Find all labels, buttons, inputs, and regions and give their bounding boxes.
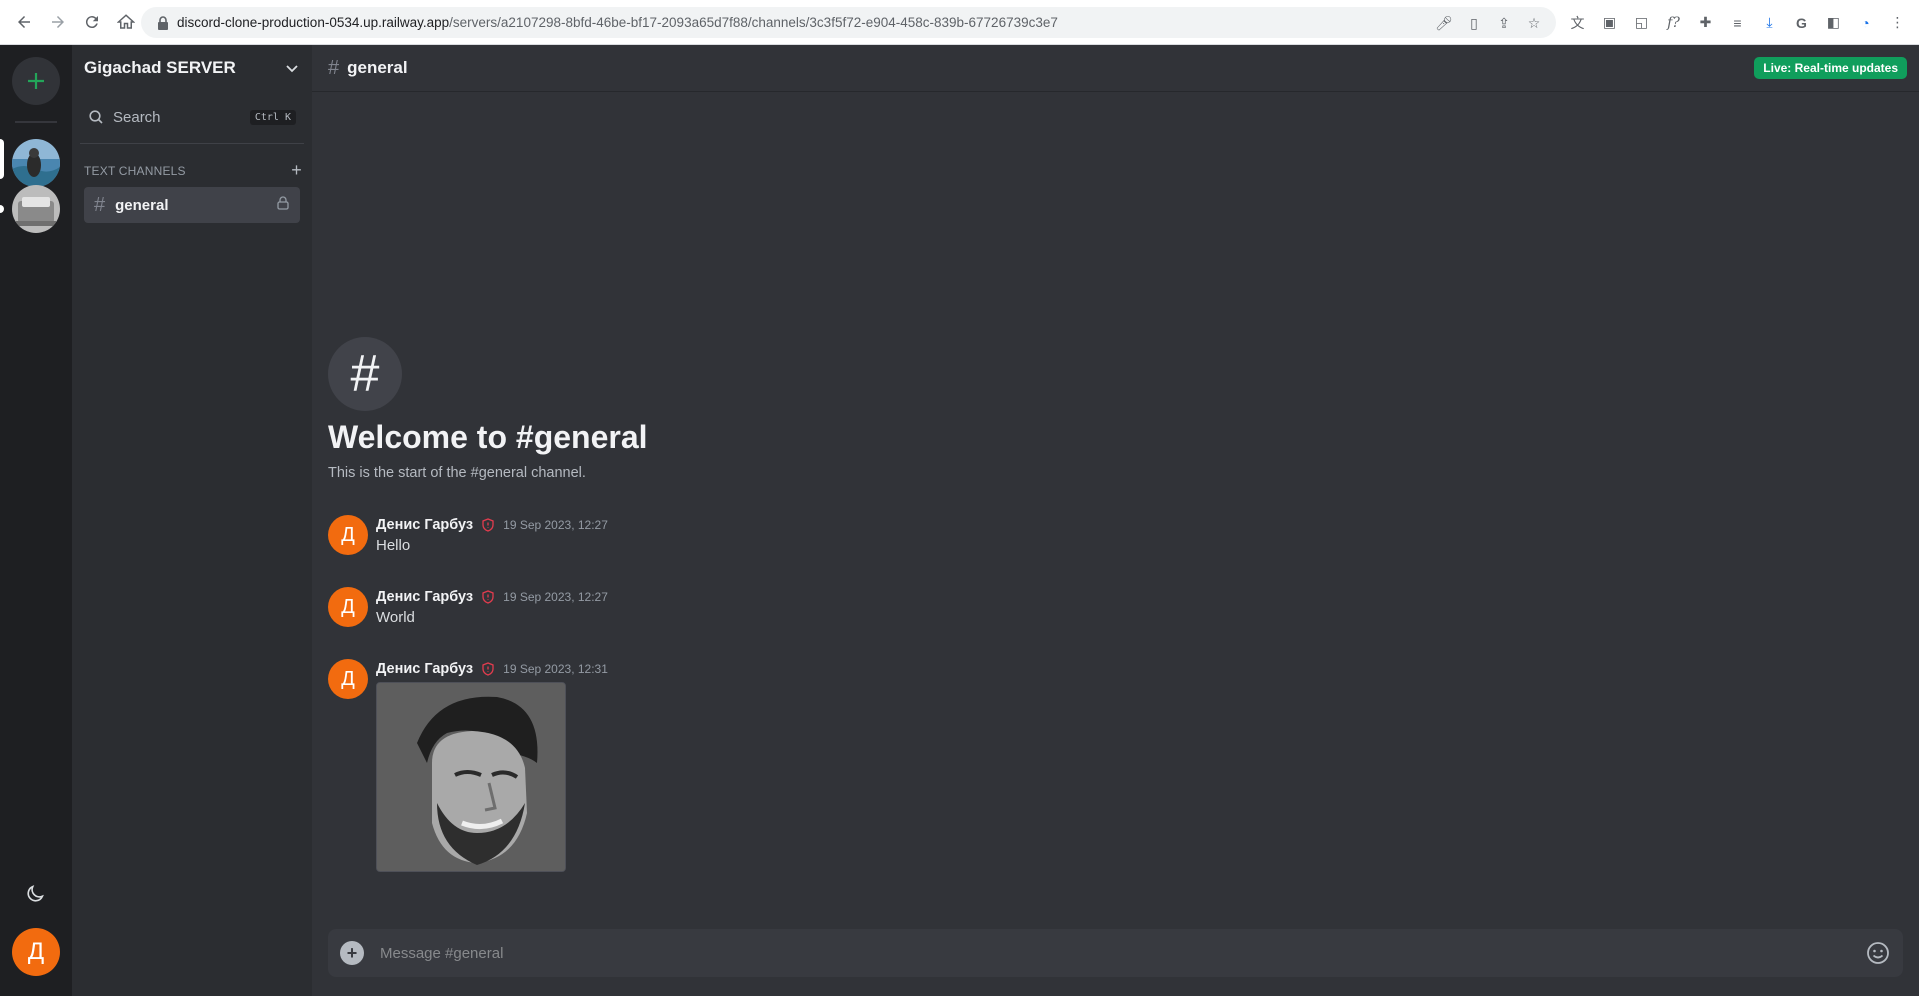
chevron-down-icon [286, 65, 298, 73]
search-button[interactable]: Search Ctrl K [80, 101, 304, 133]
message-author[interactable]: Денис Гарбуз [376, 661, 473, 677]
media-icon[interactable]: ≡ [1726, 11, 1749, 34]
server-rail: Д [0, 45, 72, 996]
address-bar-actions: 🎤︎ ▯ ⇪ ☆ [1434, 13, 1544, 33]
bookmark-star-icon[interactable]: ☆ [1524, 13, 1544, 33]
message-author[interactable]: Денис Гарбуз [376, 589, 473, 605]
hash-icon: # [328, 337, 402, 411]
category-text-channels: TEXT CHANNELS + [72, 160, 312, 181]
message-text: World [376, 609, 415, 626]
message-text: Hello [376, 537, 411, 554]
reload-icon[interactable] [76, 6, 108, 38]
message: Д Денис Гарбуз 19 Sep 2023, 12:31 [328, 659, 608, 872]
browser-toolbar: discord-clone-production-0534.up.railway… [0, 0, 1919, 45]
live-status-badge: Live: Real-time updates [1754, 57, 1907, 79]
add-channel-icon[interactable]: + [291, 160, 302, 181]
welcome-subtitle: This is the start of the #general channe… [328, 465, 586, 481]
forward-icon[interactable] [42, 6, 74, 38]
server-icon-gigachad[interactable] [12, 139, 60, 187]
google-icon[interactable]: G [1790, 11, 1813, 34]
share-icon[interactable]: ⇪ [1494, 13, 1514, 33]
formula-icon[interactable]: f? [1662, 11, 1685, 34]
channel-name: general [115, 196, 169, 214]
plus-icon [28, 73, 44, 89]
server-header[interactable]: Gigachad SERVER [72, 45, 312, 91]
message-image-attachment[interactable] [376, 682, 566, 872]
rail-separator [15, 121, 57, 123]
url-path: /servers/a2107298-8bfd-46be-bf17-2093a65… [449, 15, 1058, 30]
server-name: Gigachad SERVER [84, 58, 236, 77]
lock-icon [149, 15, 177, 30]
translate-icon[interactable]: 文 [1566, 11, 1589, 34]
extensions-bar: 文 ▣ ◱ f? ✚ ≡ ⤓ G ◧ ◔ ⋮ [1566, 11, 1909, 34]
url-host: discord-clone-production-0534.up.railway… [177, 15, 450, 30]
chat-main: # general Live: Real-time updates # Welc… [312, 45, 1919, 996]
active-server-indicator [0, 139, 4, 179]
emoji-icon[interactable] [1865, 940, 1891, 966]
message-timestamp: 19 Sep 2023, 12:31 [503, 662, 608, 676]
welcome-title: Welcome to #general [328, 419, 648, 455]
chat-header: # general Live: Real-time updates [312, 45, 1919, 92]
add-server-button[interactable] [12, 57, 60, 105]
search-icon [89, 110, 103, 124]
back-icon[interactable] [8, 6, 40, 38]
download-icon[interactable]: ⤓ [1758, 11, 1781, 34]
shield-alert-icon [481, 518, 495, 532]
unread-server-indicator [0, 205, 4, 213]
message: Д Денис Гарбуз 19 Sep 2023, 12:27 Hello [328, 515, 608, 555]
hash-icon: # [94, 193, 106, 216]
message-input[interactable] [380, 944, 1865, 962]
message-timestamp: 19 Sep 2023, 12:27 [503, 590, 608, 604]
message-composer: + [328, 929, 1903, 977]
page-icon[interactable]: ▯ [1464, 13, 1484, 33]
category-label: TEXT CHANNELS [84, 163, 186, 178]
search-shortcut: Ctrl K [249, 109, 296, 125]
hash-icon: # [328, 56, 340, 79]
shield-alert-icon [481, 590, 495, 604]
picture-in-picture-icon[interactable]: ◱ [1630, 11, 1653, 34]
avatar[interactable]: Д [328, 659, 368, 699]
microphone-icon[interactable]: 🎤︎ [1434, 13, 1454, 33]
server-icon-second[interactable] [12, 185, 60, 233]
avatar[interactable]: Д [328, 587, 368, 627]
avatar[interactable]: Д [328, 515, 368, 555]
lock-icon [276, 196, 290, 214]
shield-alert-icon [481, 662, 495, 676]
home-icon[interactable] [110, 6, 142, 38]
message-timestamp: 19 Sep 2023, 12:27 [503, 518, 608, 532]
address-bar[interactable]: discord-clone-production-0534.up.railway… [141, 7, 1556, 38]
menu-kebab-icon[interactable]: ⋮ [1886, 11, 1909, 34]
sidebar-divider [80, 143, 304, 144]
channel-item-general[interactable]: # general [84, 187, 300, 223]
search-label: Search [113, 108, 161, 126]
profile-icon[interactable]: ◔ [1854, 11, 1877, 34]
moon-icon[interactable] [24, 883, 48, 907]
message: Д Денис Гарбуз 19 Sep 2023, 12:27 World [328, 587, 608, 627]
extension-new-icon[interactable]: ▣ [1598, 11, 1621, 34]
channel-welcome: # Welcome to #general This is the start … [328, 337, 648, 481]
user-avatar[interactable]: Д [12, 928, 60, 976]
side-panel-icon[interactable]: ◧ [1822, 11, 1845, 34]
channel-sidebar: Gigachad SERVER Search Ctrl K TEXT CHANN… [72, 45, 312, 996]
puzzle-icon[interactable]: ✚ [1694, 11, 1717, 34]
message-author[interactable]: Денис Гарбуз [376, 517, 473, 533]
add-attachment-button[interactable]: + [340, 941, 364, 965]
channel-title: general [347, 58, 408, 77]
